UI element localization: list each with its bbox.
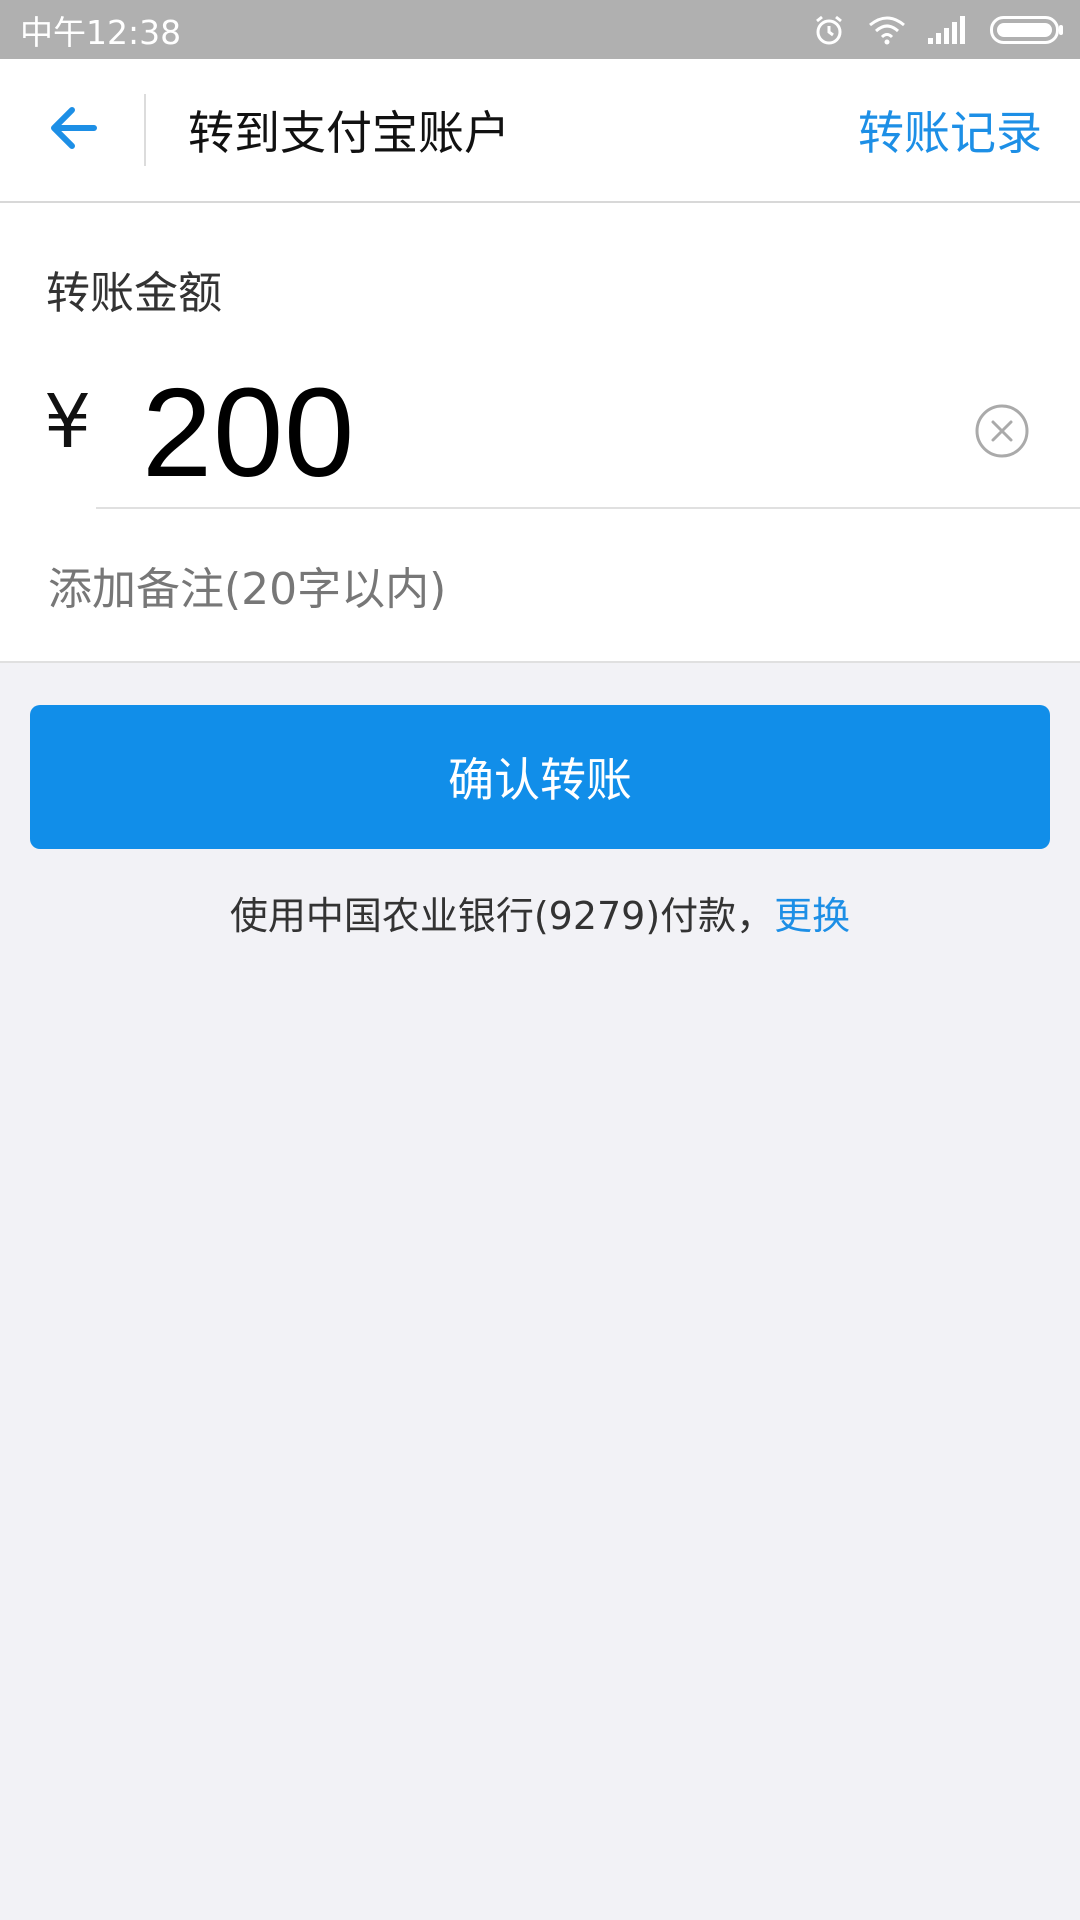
- remark-placeholder: 添加备注(20字以内): [48, 564, 447, 615]
- battery-icon: [990, 15, 1064, 45]
- amount-label: 转账金额: [46, 268, 222, 319]
- currency-symbol: ¥: [44, 379, 92, 465]
- payment-method-text: 使用中国农业银行(9279)付款，: [229, 894, 775, 938]
- clear-icon[interactable]: [974, 403, 1030, 459]
- transfer-history-link[interactable]: 转账记录: [858, 97, 1042, 163]
- nav-divider: [144, 94, 146, 166]
- amount-input[interactable]: 200: [96, 351, 1080, 509]
- confirm-transfer-button[interactable]: 确认转账: [30, 705, 1050, 849]
- arrow-left-icon: [46, 102, 98, 158]
- signal-icon: [928, 15, 968, 44]
- wifi-icon: [868, 15, 906, 45]
- change-payment-link[interactable]: 更换: [774, 894, 850, 938]
- nav-bar: 转到支付宝账户 转账记录: [0, 59, 1080, 203]
- amount-row: ¥ 200: [0, 351, 1080, 509]
- status-time: 中午12:38: [20, 12, 182, 52]
- page-title: 转到支付宝账户: [188, 106, 510, 160]
- remark-input[interactable]: 添加备注(20字以内): [0, 509, 1080, 661]
- payment-method-info: 使用中国农业银行(9279)付款，更换: [0, 885, 1080, 940]
- back-button[interactable]: [0, 58, 144, 202]
- confirm-transfer-label: 确认转账: [448, 753, 632, 807]
- amount-value: 200: [142, 361, 356, 503]
- status-icons: [812, 13, 1064, 47]
- status-bar: 中午12:38: [0, 0, 1080, 59]
- transfer-form: 转账金额 ¥ 200 添加备注(20字以内): [0, 203, 1080, 663]
- alarm-icon: [812, 13, 846, 47]
